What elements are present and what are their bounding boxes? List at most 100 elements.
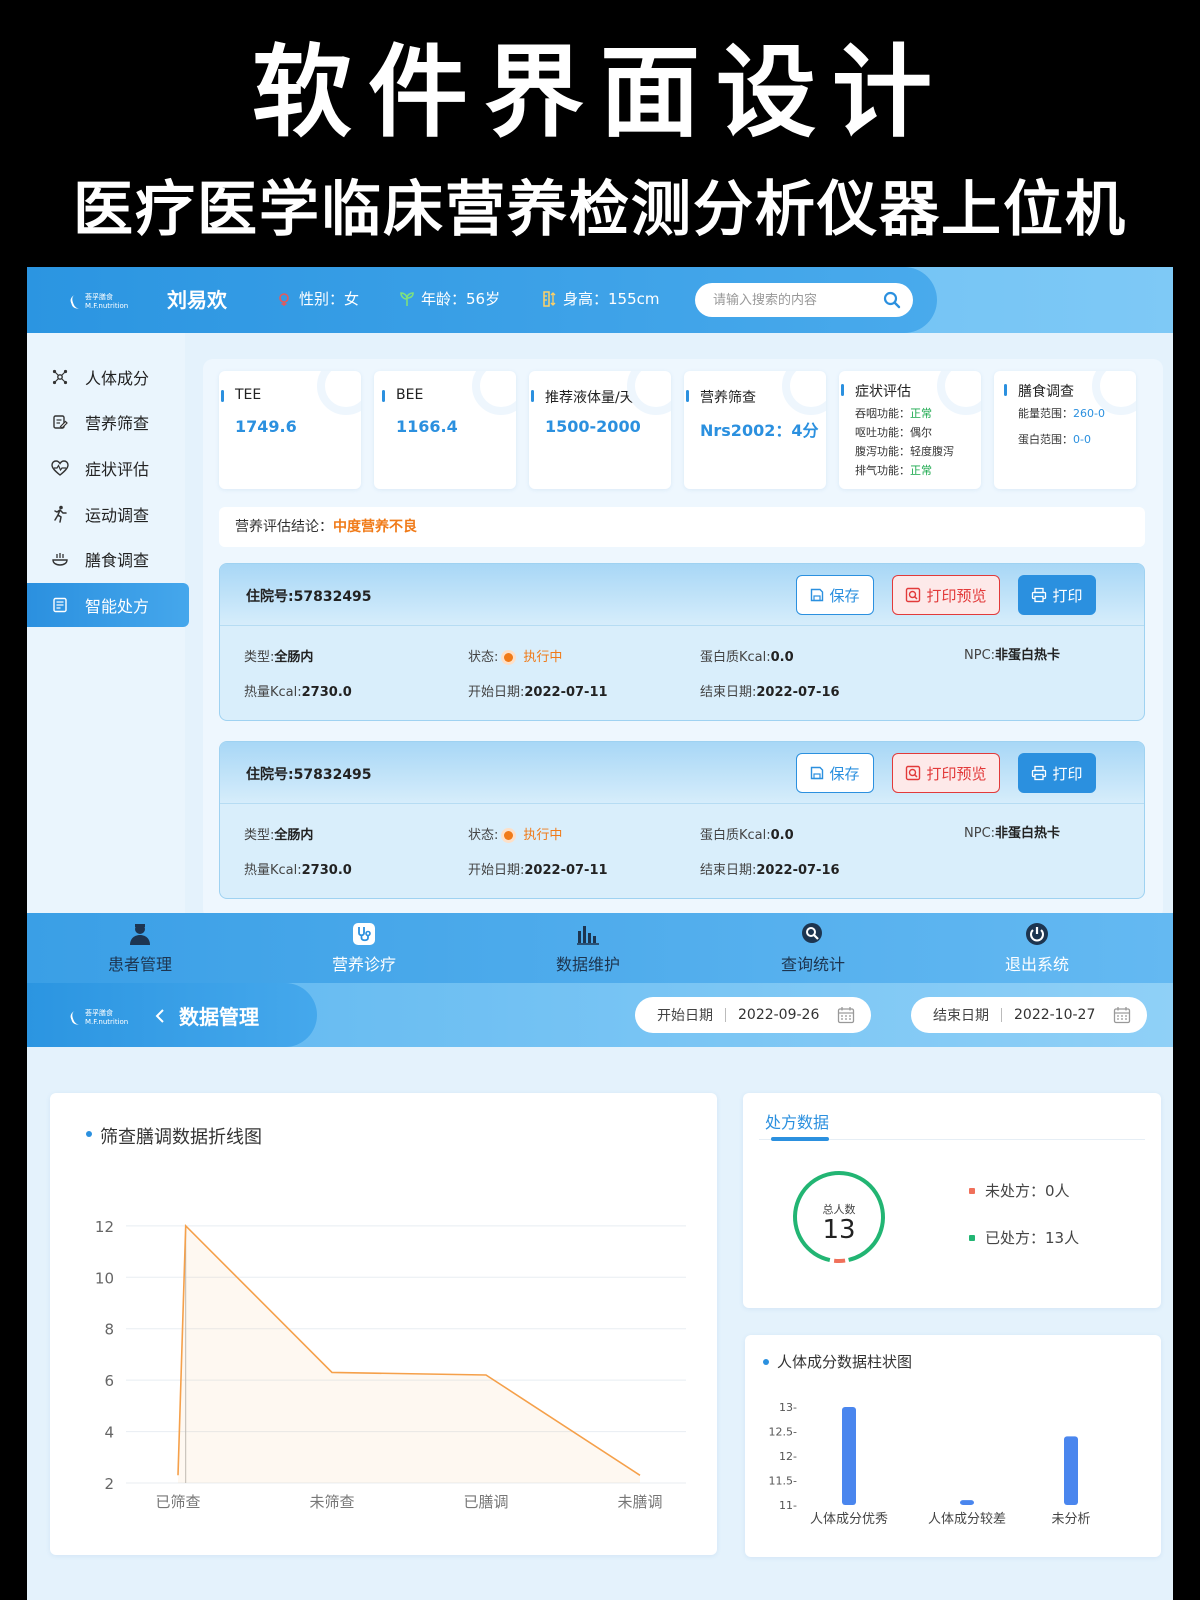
y-tick-label: 11- xyxy=(779,1499,797,1512)
print-button[interactable]: 打印 xyxy=(1018,753,1096,793)
start-date-input[interactable] xyxy=(738,1007,834,1023)
rx-start-date: 开始日期:2022-07-11 xyxy=(468,685,608,700)
end-date-input[interactable] xyxy=(1014,1007,1110,1023)
patient-screen: 荟孚膳食 M.F.nutrition 刘易欢 性别：女 年龄：56岁 身高：15… xyxy=(27,267,1173,914)
power-icon xyxy=(1024,921,1050,947)
patient-height-text: 身高：155cm xyxy=(563,290,660,308)
calendar-icon[interactable] xyxy=(1113,1006,1131,1028)
rx-heat: 热量Kcal:2730.0 xyxy=(244,863,352,878)
start-date-label: 开始日期 xyxy=(657,1008,713,1024)
x-tick-label: 人体成分较差 xyxy=(928,1512,1006,1527)
save-icon xyxy=(810,766,824,780)
symptom-row: 排气功能：正常 xyxy=(855,464,932,477)
y-tick-label: 12.5- xyxy=(769,1426,797,1439)
print-preview-button[interactable]: 打印预览 xyxy=(892,575,1000,615)
search-chart-icon xyxy=(800,921,826,947)
search-box[interactable] xyxy=(695,283,913,317)
sidebar-item-diet-survey[interactable]: 膳食调查 xyxy=(27,537,189,581)
tab-prescription-data[interactable]: 处方数据 xyxy=(765,1109,829,1133)
conclusion-label: 营养评估结论： xyxy=(235,519,333,535)
sidebar-item-label: 营养筛查 xyxy=(85,414,150,433)
nav-exit-system[interactable]: 退出系统 xyxy=(962,921,1112,975)
symptom-card: 症状评估 吞咽功能：正常 呕吐功能：偶尔 腹泻功能：轻度腹泻 排气功能：正常 xyxy=(839,371,981,489)
rx-status: 状态: 执行中 xyxy=(468,650,563,665)
chevron-left-icon xyxy=(155,1008,165,1024)
line-chart-panel: 筛查膳调数据折线图 2 4 6 8 10 12 已筛查 未筛查 已膳调 未膳调 xyxy=(50,1093,717,1555)
diet-title: 膳食调查 xyxy=(1004,381,1074,401)
sidebar-item-label: 运动调查 xyxy=(85,506,150,525)
data-management-screen: 荟孚膳食 M.F.nutrition 数据管理 开始日期 结束日期 筛查膳调数据… xyxy=(27,983,1173,1600)
sprout-icon xyxy=(399,291,415,307)
heart-pulse-icon xyxy=(51,459,69,477)
print-preview-button[interactable]: 打印预览 xyxy=(892,753,1000,793)
food-bowl-icon xyxy=(51,550,69,568)
bee-title: BEE xyxy=(381,387,424,403)
sidebar-item-exercise-survey[interactable]: 运动调查 xyxy=(27,492,189,536)
search-input[interactable] xyxy=(713,291,873,309)
y-tick-label: 4 xyxy=(104,1424,114,1442)
nav-patient-management[interactable]: 患者管理 xyxy=(65,921,215,975)
tee-card: TEE 1749.6 xyxy=(219,371,361,489)
rx-status: 状态: 执行中 xyxy=(468,828,563,843)
y-tick-label: 13- xyxy=(779,1401,797,1414)
sidebar-item-body-composition[interactable]: 人体成分 xyxy=(27,355,189,399)
start-date-picker[interactable]: 开始日期 xyxy=(635,997,871,1033)
search-icon[interactable] xyxy=(883,291,901,313)
molecule-icon xyxy=(51,368,69,386)
y-tick-label: 11.5- xyxy=(769,1475,797,1488)
nav-query-statistics[interactable]: 查询统计 xyxy=(738,921,888,975)
save-button[interactable]: 保存 xyxy=(796,575,874,615)
y-tick-label: 2 xyxy=(104,1475,114,1493)
screening-title: 营养筛查 xyxy=(686,387,756,407)
sidebar-item-nutrition-screening[interactable]: 营养筛查 xyxy=(27,400,189,444)
nav-nutrition-treatment[interactable]: 营养诊疗 xyxy=(289,921,439,975)
sidebar-item-smart-prescription[interactable]: 智能处方 xyxy=(27,583,189,627)
doctor-icon xyxy=(127,921,153,947)
print-button[interactable]: 打印 xyxy=(1018,575,1096,615)
prescription-card: 住院号:57832495 保存 打印预览 打印 类型:全肠内 状态: 执行中 蛋白… xyxy=(219,563,1145,721)
patient-gender: 性别：女 xyxy=(277,288,359,309)
back-button[interactable]: 数据管理 xyxy=(155,1001,259,1030)
diet-row: 能量范围：260-0 xyxy=(1018,407,1105,420)
x-tick-label: 未分析 xyxy=(1051,1512,1090,1527)
logo-subtext: M.F.nutrition xyxy=(85,1018,129,1026)
bottom-nav: 患者管理 营养诊疗 数据维护 查询统计 退出系统 xyxy=(27,913,1173,983)
screening-value: Nrs2002：4分 xyxy=(700,421,819,440)
x-tick-label: 已膳调 xyxy=(463,1493,508,1511)
x-tick-label: 未膳调 xyxy=(617,1493,662,1511)
rx-protein: 蛋白质Kcal:0.0 xyxy=(700,828,794,843)
data-header-bar: 荟孚膳食 M.F.nutrition 数据管理 xyxy=(27,983,317,1047)
patient-age-text: 年龄：56岁 xyxy=(421,290,501,308)
rx-end-date: 结束日期:2022-07-16 xyxy=(700,863,840,878)
prescription-header: 住院号:57832495 保存 打印预览 打印 xyxy=(220,564,1144,626)
rx-start-date: 开始日期:2022-07-11 xyxy=(468,863,608,878)
legend-swatch xyxy=(969,1187,975,1194)
bar xyxy=(960,1500,974,1505)
printer-icon xyxy=(1031,587,1047,603)
bee-card: BEE 1166.4 xyxy=(374,371,516,489)
admission-number: 住院号:57832495 xyxy=(246,767,372,783)
save-button[interactable]: 保存 xyxy=(796,753,874,793)
banner-title: 软件界面设计 xyxy=(252,34,948,151)
bar-chart-panel: 人体成分数据柱状图 11- 11.5- 12- 12.5- 13- 人体成分优秀 人体成分较… xyxy=(745,1335,1161,1557)
total-count: 13 xyxy=(822,1215,856,1245)
sidebar-item-symptom-assessment[interactable]: 症状评估 xyxy=(27,446,189,490)
fluid-value: 1500-2000 xyxy=(545,417,641,436)
stethoscope-icon xyxy=(351,921,377,947)
banner-subtitle: 医疗医学临床营养检测分析仪器上位机 xyxy=(73,175,1127,245)
y-tick-label: 12- xyxy=(779,1450,797,1463)
logo-text: 荟孚膳食 xyxy=(85,1009,113,1017)
nav-data-maintenance[interactable]: 数据维护 xyxy=(513,921,663,975)
line-area xyxy=(178,1225,640,1483)
symptom-title: 症状评估 xyxy=(841,381,911,401)
diet-row: 蛋白范围：0-0 xyxy=(1018,433,1091,446)
x-tick-label: 已筛查 xyxy=(155,1493,200,1511)
calendar-icon[interactable] xyxy=(837,1006,855,1028)
y-tick-label: 10 xyxy=(95,1269,114,1287)
tee-title: TEE xyxy=(220,387,262,403)
end-date-picker[interactable]: 结束日期 xyxy=(911,997,1147,1033)
patient-height: 身高：155cm xyxy=(541,288,660,309)
bar xyxy=(1064,1436,1078,1505)
rx-heat: 热量Kcal:2730.0 xyxy=(244,685,352,700)
symptom-row: 腹泻功能：轻度腹泻 xyxy=(855,445,954,458)
